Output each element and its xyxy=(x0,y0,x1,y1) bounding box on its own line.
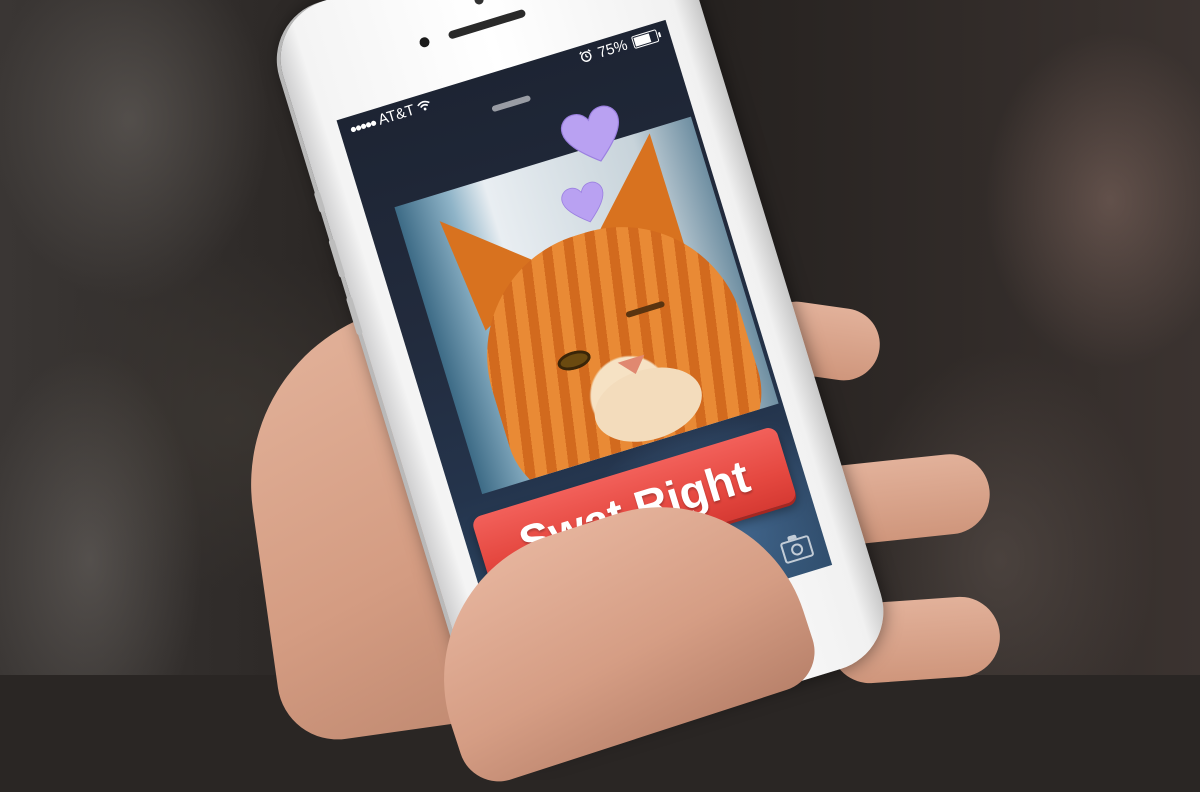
front-camera xyxy=(418,36,431,49)
status-right: 75% xyxy=(578,27,660,67)
notification-grabber[interactable] xyxy=(491,94,532,113)
signal-strength-icon: ●●●●● xyxy=(347,115,377,137)
battery-level xyxy=(633,33,652,47)
wifi-icon xyxy=(416,97,434,115)
camera-icon[interactable] xyxy=(779,534,815,565)
carrier-name: AT&T xyxy=(376,101,417,129)
earpiece-speaker xyxy=(447,8,527,40)
battery-percent: 75% xyxy=(595,36,630,62)
battery-icon xyxy=(630,29,660,50)
carrier-info: ●●●●● AT&T xyxy=(347,96,434,137)
cat-photo xyxy=(394,116,779,495)
alarm-icon xyxy=(578,48,595,67)
proximity-sensor xyxy=(473,0,485,6)
